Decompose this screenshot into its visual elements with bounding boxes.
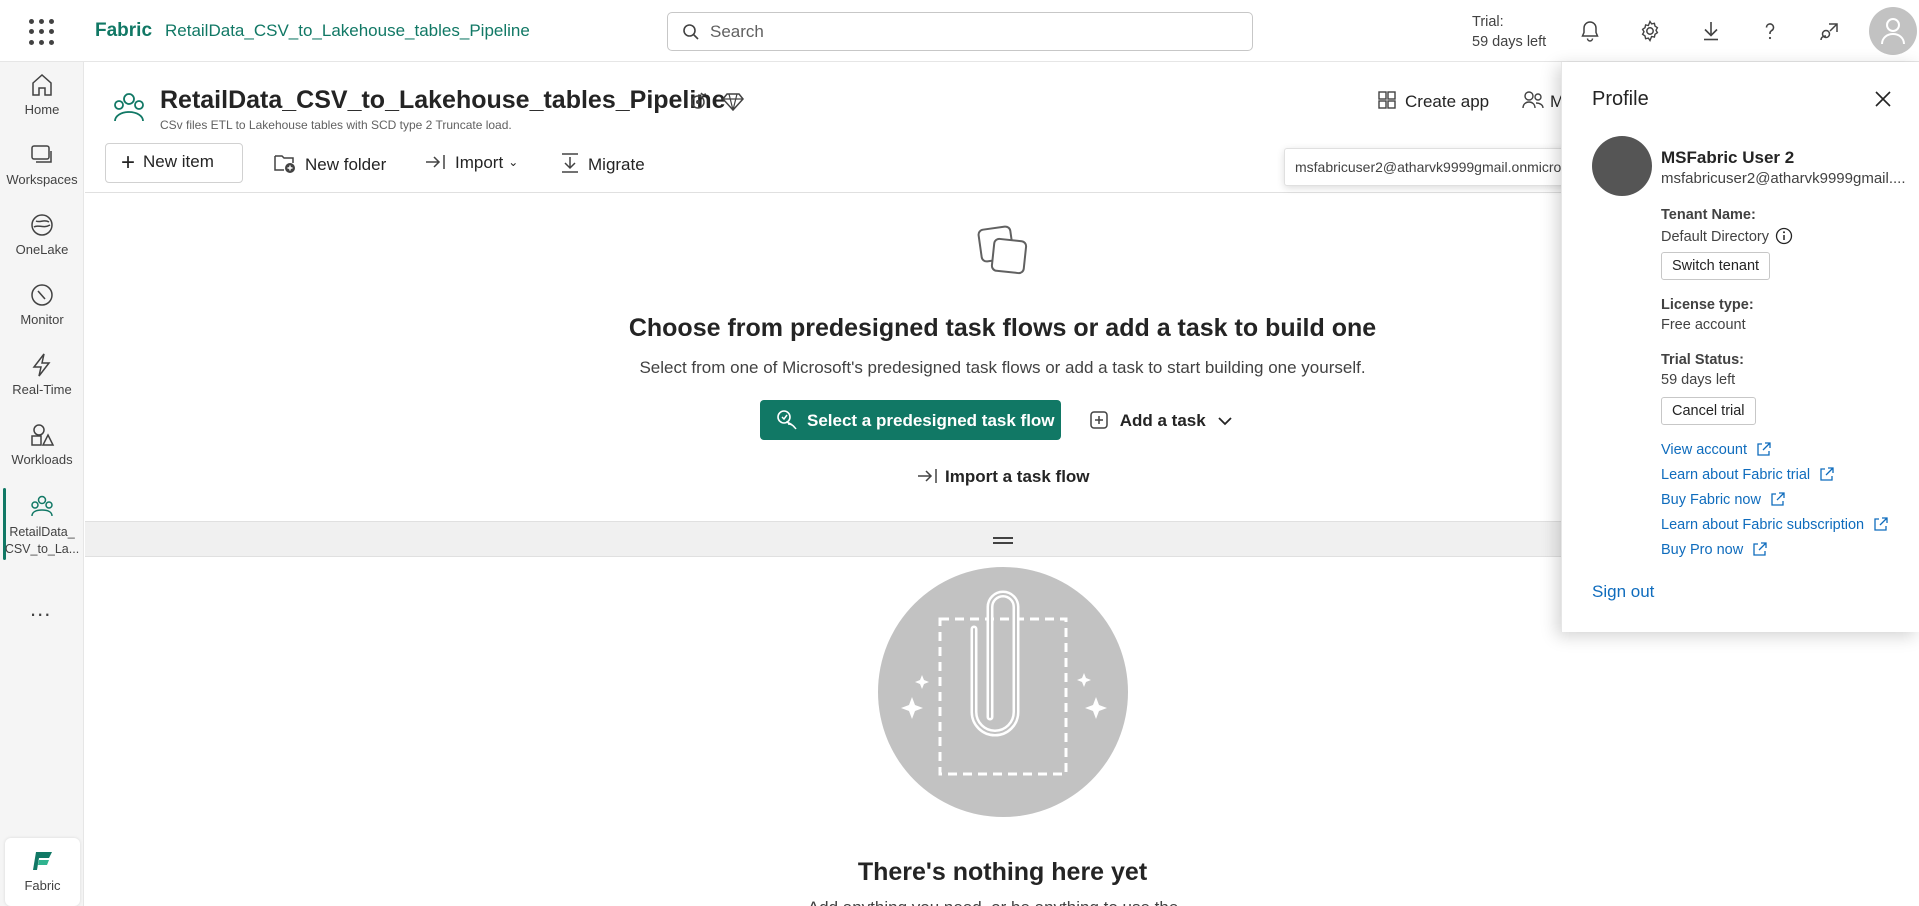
workloads-icon [31, 424, 55, 446]
manage-access-button[interactable]: M [1522, 90, 1564, 112]
search-box[interactable] [667, 12, 1253, 51]
top-bar: Fabric RetailData_CSV_to_Lakehouse_table… [0, 0, 1919, 62]
view-account-link[interactable]: View account [1661, 442, 1771, 458]
external-link-icon [1771, 492, 1785, 506]
external-link-icon [1874, 517, 1888, 531]
learn-about-fabric-subscription-link[interactable]: Learn about Fabric subscription [1661, 517, 1888, 533]
select-predesigned-task-flow-button[interactable]: Select a predesigned task flow [760, 400, 1061, 440]
learn-about-fabric-trial-link[interactable]: Learn about Fabric trial [1661, 467, 1834, 483]
import-icon [918, 469, 937, 483]
empty-state-title: There's nothing here yet [857, 858, 1148, 886]
chevron-down-icon: ⌄ [508, 155, 519, 169]
drag-handle-icon[interactable] [993, 537, 1013, 547]
people-icon [1522, 91, 1544, 109]
add-task-menu[interactable]: Add a task [1089, 410, 1234, 431]
trial-status: Trial: 59 days left [1472, 14, 1547, 50]
share-icon[interactable] [1818, 19, 1842, 43]
cancel-trial-button[interactable]: Cancel trial [1661, 397, 1756, 425]
monitor-icon [31, 284, 53, 306]
rail-item-workspaces[interactable]: Workspaces [0, 142, 84, 187]
add-square-icon [1090, 411, 1108, 429]
license-type-value: Free account [1661, 317, 1746, 333]
import-icon [426, 155, 445, 169]
license-type-label: License type: [1661, 297, 1754, 313]
external-link-icon [1820, 467, 1834, 481]
workspace-settings-icon[interactable] [687, 90, 709, 112]
external-link-icon [1757, 442, 1771, 456]
create-app-button[interactable]: Create app [1377, 90, 1489, 112]
workspace-icon [114, 93, 144, 122]
sign-out-link[interactable]: Sign out [1592, 582, 1654, 602]
workspace-icon [31, 495, 53, 517]
new-folder-button[interactable]: New folder [273, 152, 386, 175]
task-flow-icon [777, 410, 797, 430]
home-icon [32, 73, 52, 96]
tenant-name-label: Tenant Name: [1661, 207, 1756, 223]
new-folder-icon [274, 155, 295, 173]
app-name[interactable]: Fabric [95, 20, 152, 42]
workspace-description: CSv files ETL to Lakehouse tables with S… [160, 118, 512, 132]
rail-item-home[interactable]: Home [0, 72, 84, 117]
breadcrumb-workspace[interactable]: RetailData_CSV_to_Lakehouse_tables_Pipel… [165, 21, 530, 41]
paperclip-illustration [878, 567, 1128, 817]
rail-item-workloads[interactable]: Workloads [0, 422, 84, 467]
more-icon[interactable]: ... [30, 596, 51, 622]
import-task-flow-button[interactable]: Import a task flow [917, 466, 1090, 487]
migrate-button[interactable]: Migrate [560, 152, 645, 175]
left-nav-rail: Home Workspaces OneLake Monitor Real-Tim… [0, 62, 84, 906]
task-flow-icon [977, 225, 1028, 275]
profile-title: Profile [1592, 88, 1649, 110]
workspaces-icon [31, 145, 52, 163]
trial-status-value: 59 days left [1661, 372, 1736, 388]
migrate-icon [562, 153, 578, 173]
avatar [1592, 136, 1652, 196]
rail-item-current-workspace[interactable]: RetailData_ CSV_to_La... [0, 494, 84, 558]
app-launcher-icon[interactable] [29, 19, 55, 45]
trial-status-label: Trial Status: [1661, 352, 1744, 368]
external-link-icon [1753, 542, 1767, 556]
profile-user-name: MSFabric User 2 [1661, 148, 1795, 167]
close-icon[interactable] [1874, 90, 1892, 108]
bell-icon[interactable] [1578, 19, 1602, 43]
info-icon[interactable] [1775, 227, 1793, 245]
search-input[interactable] [710, 21, 1230, 43]
account-icon[interactable] [1869, 7, 1917, 55]
onelake-icon [31, 214, 53, 236]
plus-icon: + [121, 149, 136, 176]
buy-pro-now-link[interactable]: Buy Pro now [1661, 542, 1767, 558]
chevron-down-icon [1218, 417, 1233, 426]
download-icon[interactable] [1699, 19, 1723, 43]
profile-user-email: msfabricuser2@atharvk9999gmail.... [1661, 170, 1906, 187]
tenant-name-value: Default Directory [1661, 227, 1793, 245]
switch-tenant-button[interactable]: Switch tenant [1661, 252, 1771, 280]
help-icon[interactable] [1758, 19, 1782, 43]
new-item-button[interactable]: + New item [105, 143, 243, 183]
buy-fabric-now-link[interactable]: Buy Fabric now [1661, 492, 1785, 508]
import-menu[interactable]: Import ⌄ [425, 152, 518, 173]
workspace-title: RetailData_CSV_to_Lakehouse_tables_Pipel… [160, 86, 726, 114]
empty-state-subtitle: Add anything you need, or be anything to… [0, 898, 1919, 906]
gear-icon[interactable] [1638, 19, 1662, 43]
profile-panel: Profile MSFabric User 2 msfabricuser2@at… [1561, 62, 1919, 632]
app-icon [1378, 91, 1396, 109]
search-icon [683, 24, 699, 40]
rail-item-onelake[interactable]: OneLake [0, 212, 84, 257]
premium-diamond-icon [722, 93, 744, 112]
